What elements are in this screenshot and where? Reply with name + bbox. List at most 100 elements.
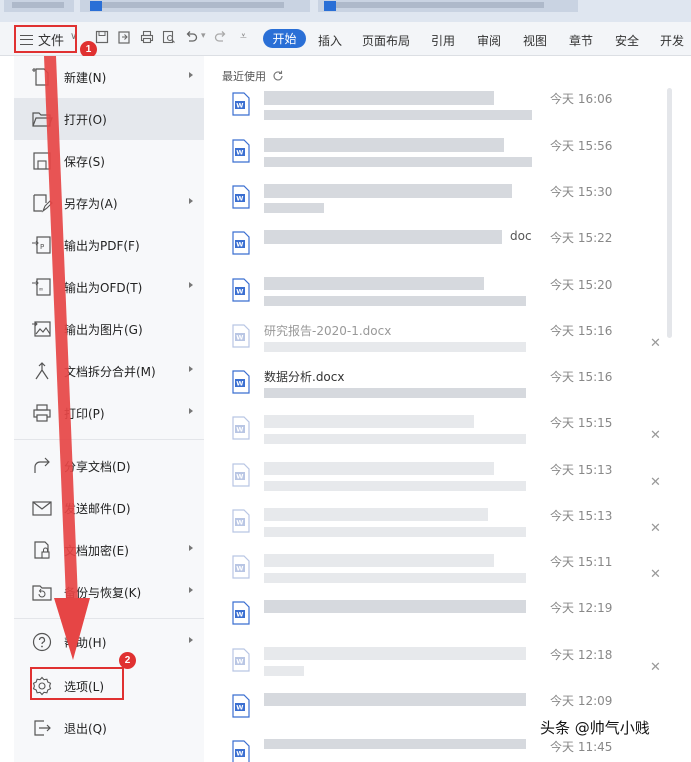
redacted-text	[264, 388, 526, 398]
recent-file-row[interactable]: W 今天 15:20	[222, 274, 662, 320]
menu-item-export-pdf[interactable]: P 输出为PDF(F)	[14, 224, 204, 266]
menu-label: 另存为(A)	[64, 196, 118, 211]
window-tab[interactable]	[318, 0, 578, 12]
redacted-text	[264, 666, 304, 676]
recent-file-time: 今天 15:16	[550, 324, 613, 338]
recent-file-ext: doc	[510, 229, 532, 243]
recent-file-row[interactable]: W 今天 15:56	[222, 135, 662, 181]
redacted-text	[264, 434, 526, 444]
recent-file-row[interactable]: W 今天 15:13 ✕	[222, 505, 662, 551]
menu-label: 备份与恢复(K)	[64, 585, 142, 600]
print-preview-icon[interactable]	[162, 30, 176, 44]
redacted-text	[264, 693, 526, 706]
customize-toolbar-icon[interactable]: ⩡	[240, 29, 247, 44]
recent-file-time: 今天 15:30	[550, 185, 613, 199]
recent-file-row[interactable]: W 今天 12:18 ✕	[222, 644, 662, 690]
remove-recent-icon[interactable]: ✕	[650, 521, 661, 536]
recent-file-row[interactable]: W 今天 15:30	[222, 181, 662, 227]
menu-item-exit[interactable]: 退出(Q)	[14, 707, 204, 749]
word-doc-icon: W	[232, 601, 250, 625]
recent-file-time: 今天 15:16	[550, 370, 613, 384]
tab-chapter[interactable]: 章节	[569, 32, 593, 49]
share-icon	[31, 455, 53, 477]
svg-text:∞: ∞	[39, 286, 44, 293]
redacted-text	[264, 230, 502, 244]
redacted-text	[264, 481, 526, 491]
image-export-icon	[31, 318, 53, 340]
scrollbar[interactable]	[667, 88, 672, 338]
menu-divider	[14, 439, 204, 440]
undo-icon[interactable]	[184, 30, 198, 44]
annotation-box-file	[14, 25, 77, 53]
print-icon	[31, 402, 53, 424]
menu-item-export-image[interactable]: 输出为图片(G)	[14, 308, 204, 350]
redacted-text	[264, 527, 526, 537]
word-doc-icon: W	[232, 648, 250, 672]
menu-divider	[14, 618, 204, 619]
recent-file-row[interactable]: W 数据分析.docx 今天 15:16	[222, 366, 662, 412]
tab-developer[interactable]: 开发	[660, 32, 684, 49]
recent-file-row[interactable]: W 今天 12:19	[222, 597, 662, 643]
recent-file-row[interactable]: W 研究报告-2020-1.docx 今天 15:16 ✕	[222, 320, 662, 366]
recent-file-row[interactable]: W 今天 16:06	[222, 88, 662, 134]
chevron-right-icon	[189, 282, 193, 288]
window-tab[interactable]	[80, 0, 310, 12]
remove-recent-icon[interactable]: ✕	[650, 660, 661, 675]
menu-label: 输出为PDF(F)	[64, 238, 140, 253]
menu-item-share[interactable]: 分享文档(D)	[14, 445, 204, 487]
print-icon[interactable]	[140, 30, 154, 44]
save-icon[interactable]	[95, 30, 109, 44]
recent-file-row[interactable]: W 今天 11:45	[222, 736, 662, 762]
chevron-right-icon	[189, 408, 193, 414]
recent-file-time: 今天 11:45	[550, 740, 613, 754]
tab-security[interactable]: 安全	[615, 32, 639, 49]
undo-dropdown-icon[interactable]: ▾	[201, 31, 206, 41]
recent-file-row[interactable]: W 今天 15:13 ✕	[222, 459, 662, 505]
svg-text:W: W	[236, 473, 243, 481]
tab-references[interactable]: 引用	[431, 32, 455, 49]
svg-text:W: W	[236, 611, 243, 619]
chevron-right-icon	[189, 366, 193, 372]
menu-label: 分享文档(D)	[64, 459, 131, 474]
menu-label: 发送邮件(D)	[64, 501, 131, 516]
remove-recent-icon[interactable]: ✕	[650, 567, 661, 582]
recent-file-row[interactable]: W 今天 15:15 ✕	[222, 412, 662, 458]
recent-file-time: 今天 15:56	[550, 139, 613, 153]
menu-item-send-mail[interactable]: 发送邮件(D)	[14, 487, 204, 529]
svg-text:P: P	[40, 243, 44, 251]
menu-item-new[interactable]: 新建(N)	[14, 56, 204, 98]
recent-file-row[interactable]: Wdoc 今天 15:22	[222, 227, 662, 273]
tab-start[interactable]: 开始	[263, 29, 306, 48]
menu-item-print[interactable]: 打印(P)	[14, 392, 204, 434]
tab-review[interactable]: 审阅	[477, 32, 501, 49]
recent-header: 最近使用	[222, 68, 284, 84]
menu-item-encrypt[interactable]: 文档加密(E)	[14, 529, 204, 571]
remove-recent-icon[interactable]: ✕	[650, 428, 661, 443]
tab-insert[interactable]: 插入	[318, 32, 342, 49]
menu-item-save-as[interactable]: 另存为(A)	[14, 182, 204, 224]
menu-item-split-merge[interactable]: 文档拆分合并(M)	[14, 350, 204, 392]
menu-item-save[interactable]: 保存(S)	[14, 140, 204, 182]
menu-item-help[interactable]: 帮助(H)	[14, 621, 204, 663]
svg-text:W: W	[236, 565, 243, 573]
menu-label: 保存(S)	[64, 154, 105, 169]
refresh-icon[interactable]	[272, 70, 284, 82]
menu-item-open[interactable]: 打开(O)	[14, 98, 204, 140]
export-icon[interactable]	[117, 30, 131, 44]
backup-icon	[31, 581, 53, 603]
menu-item-backup[interactable]: 备份与恢复(K)	[14, 571, 204, 613]
folder-open-icon	[31, 108, 53, 130]
menu-item-export-ofd[interactable]: ∞ 输出为OFD(T)	[14, 266, 204, 308]
tab-view[interactable]: 视图	[523, 32, 547, 49]
redacted-text	[264, 462, 494, 475]
tab-page-layout[interactable]: 页面布局	[362, 32, 410, 49]
chevron-right-icon	[189, 198, 193, 204]
window-tab[interactable]	[4, 0, 74, 12]
watermark: 头条 @帅气小贱	[540, 719, 650, 737]
remove-recent-icon[interactable]: ✕	[650, 475, 661, 490]
save-as-icon	[31, 192, 53, 214]
redo-icon[interactable]	[214, 30, 228, 44]
remove-recent-icon[interactable]: ✕	[650, 336, 661, 351]
menu-label: 文档加密(E)	[64, 543, 129, 558]
recent-file-row[interactable]: W 今天 15:11 ✕	[222, 551, 662, 597]
